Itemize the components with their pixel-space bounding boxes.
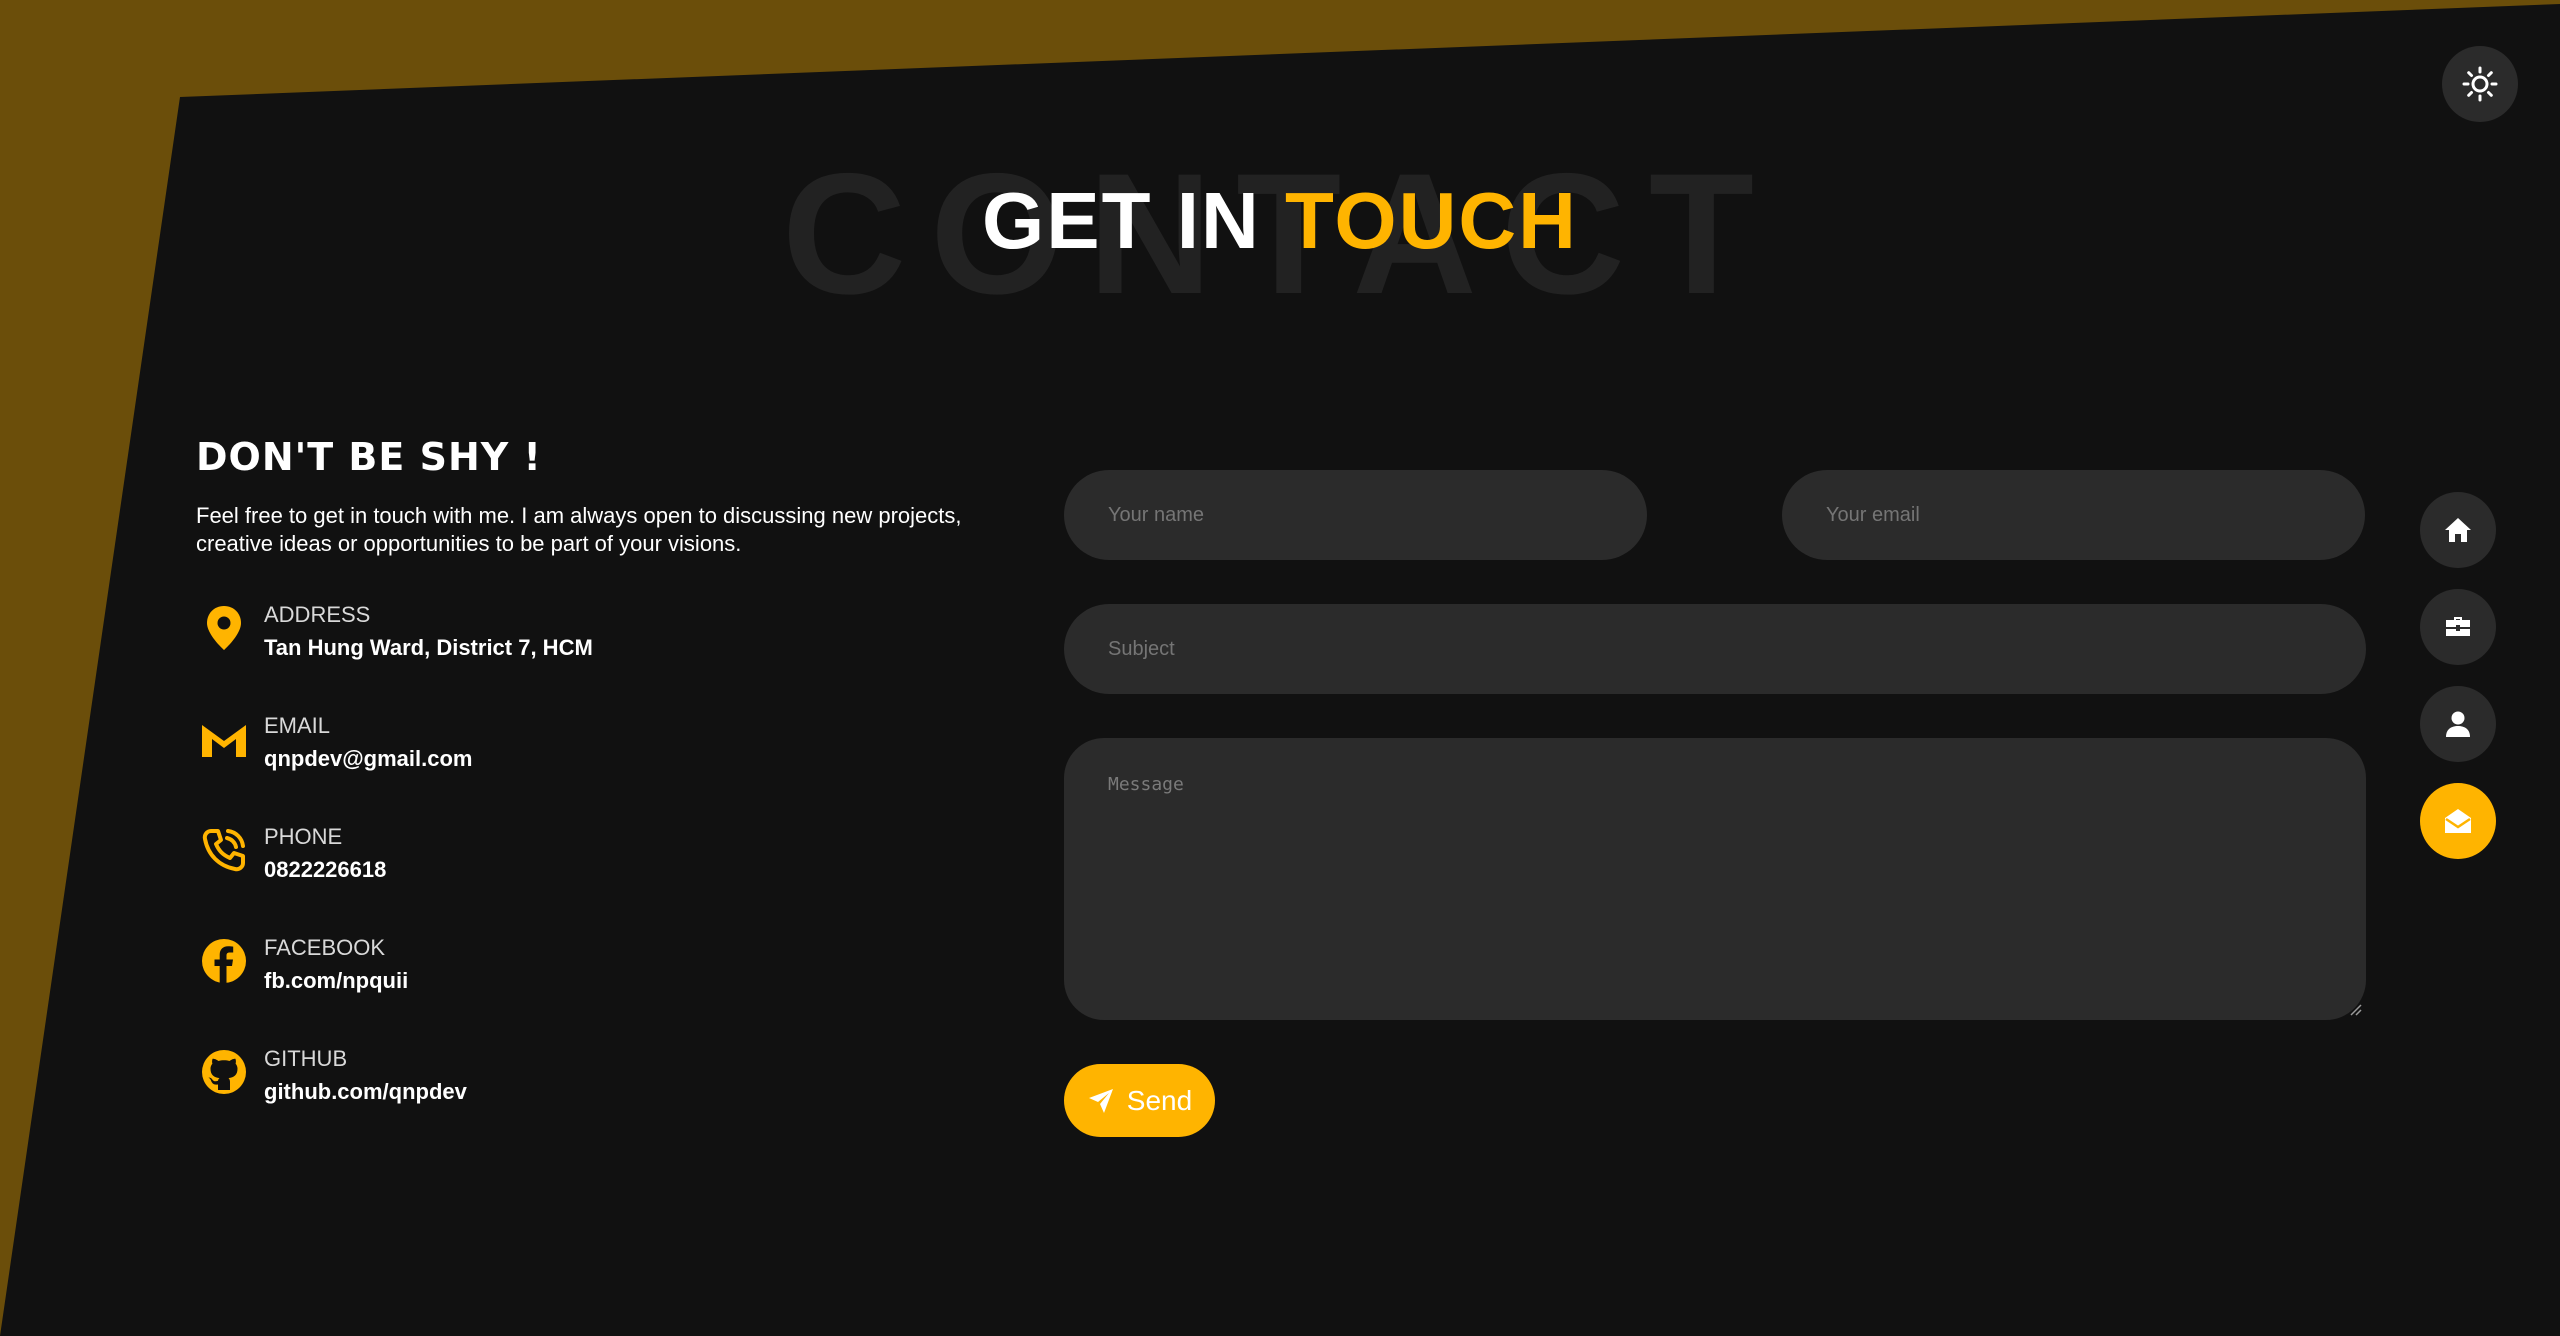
send-button-label: Send xyxy=(1126,1084,1193,1116)
theme-toggle-button[interactable] xyxy=(2442,46,2518,122)
intro-title: DON'T BE SHY ! xyxy=(196,435,542,479)
message-placeholder: Message xyxy=(1108,774,1184,795)
facebook-label: FACEBOOK xyxy=(264,935,386,960)
nav-contact-button[interactable] xyxy=(2420,783,2496,859)
resize-grip-icon[interactable] xyxy=(2348,1002,2362,1016)
nav-portfolio-button[interactable] xyxy=(2420,589,2496,665)
paper-plane-icon xyxy=(1088,1088,1113,1113)
page-title: GET IN TOUCH xyxy=(0,176,2560,266)
email-input[interactable] xyxy=(1782,470,2365,560)
contact-info-github: GITHUB github.com/qnpdev xyxy=(196,1044,1036,1155)
nav-about-button[interactable] xyxy=(2420,686,2496,762)
github-value[interactable]: github.com/qnpdev xyxy=(264,1076,467,1108)
address-value: Tan Hung Ward, District 7, HCM xyxy=(264,635,593,660)
subject-input[interactable] xyxy=(1064,604,2366,694)
email-label: EMAIL xyxy=(264,713,331,738)
message-textarea[interactable]: Message xyxy=(1064,738,2366,1020)
github-label: GITHUB xyxy=(264,1046,348,1071)
contact-info-list: ADDRESS Tan Hung Ward, District 7, HCM E… xyxy=(196,600,1036,1155)
intro-description: Feel free to get in touch with me. I am … xyxy=(196,503,962,556)
phone-icon xyxy=(196,822,252,878)
contact-info-facebook: FACEBOOK fb.com/npquii xyxy=(196,933,1036,1044)
github-icon xyxy=(196,1044,252,1100)
phone-label: PHONE xyxy=(264,824,343,849)
facebook-value[interactable]: fb.com/npquii xyxy=(264,965,408,997)
contact-page: CONTACT GET IN TOUCH DON'T BE SHY ! Feel… xyxy=(0,0,2560,1336)
email-value[interactable]: qnpdev@gmail.com xyxy=(264,743,472,775)
nav-home-button[interactable] xyxy=(2420,492,2496,568)
briefcase-icon xyxy=(2446,617,2470,636)
facebook-icon xyxy=(196,933,252,989)
gmail-icon xyxy=(196,711,252,767)
phone-value[interactable]: 0822226618 xyxy=(264,854,386,886)
map-pin-icon xyxy=(196,600,252,656)
home-icon xyxy=(2445,518,2471,542)
user-icon xyxy=(2446,711,2470,737)
contact-info-email: EMAIL qnpdev@gmail.com xyxy=(196,711,1036,822)
contact-info-address: ADDRESS Tan Hung Ward, District 7, HCM xyxy=(196,600,1036,711)
contact-info-phone: PHONE 0822226618 xyxy=(196,822,1036,933)
name-input[interactable] xyxy=(1064,470,1647,560)
address-label: ADDRESS xyxy=(264,602,371,627)
sun-icon xyxy=(2462,66,2498,102)
contact-info-column: DON'T BE SHY ! Feel free to get in touch… xyxy=(196,432,1036,1155)
page-title-part2: TOUCH xyxy=(1284,176,1578,265)
send-button[interactable]: Send xyxy=(1064,1064,1215,1137)
page-title-part1: GET IN xyxy=(982,176,1261,265)
envelope-open-icon xyxy=(2445,809,2471,833)
